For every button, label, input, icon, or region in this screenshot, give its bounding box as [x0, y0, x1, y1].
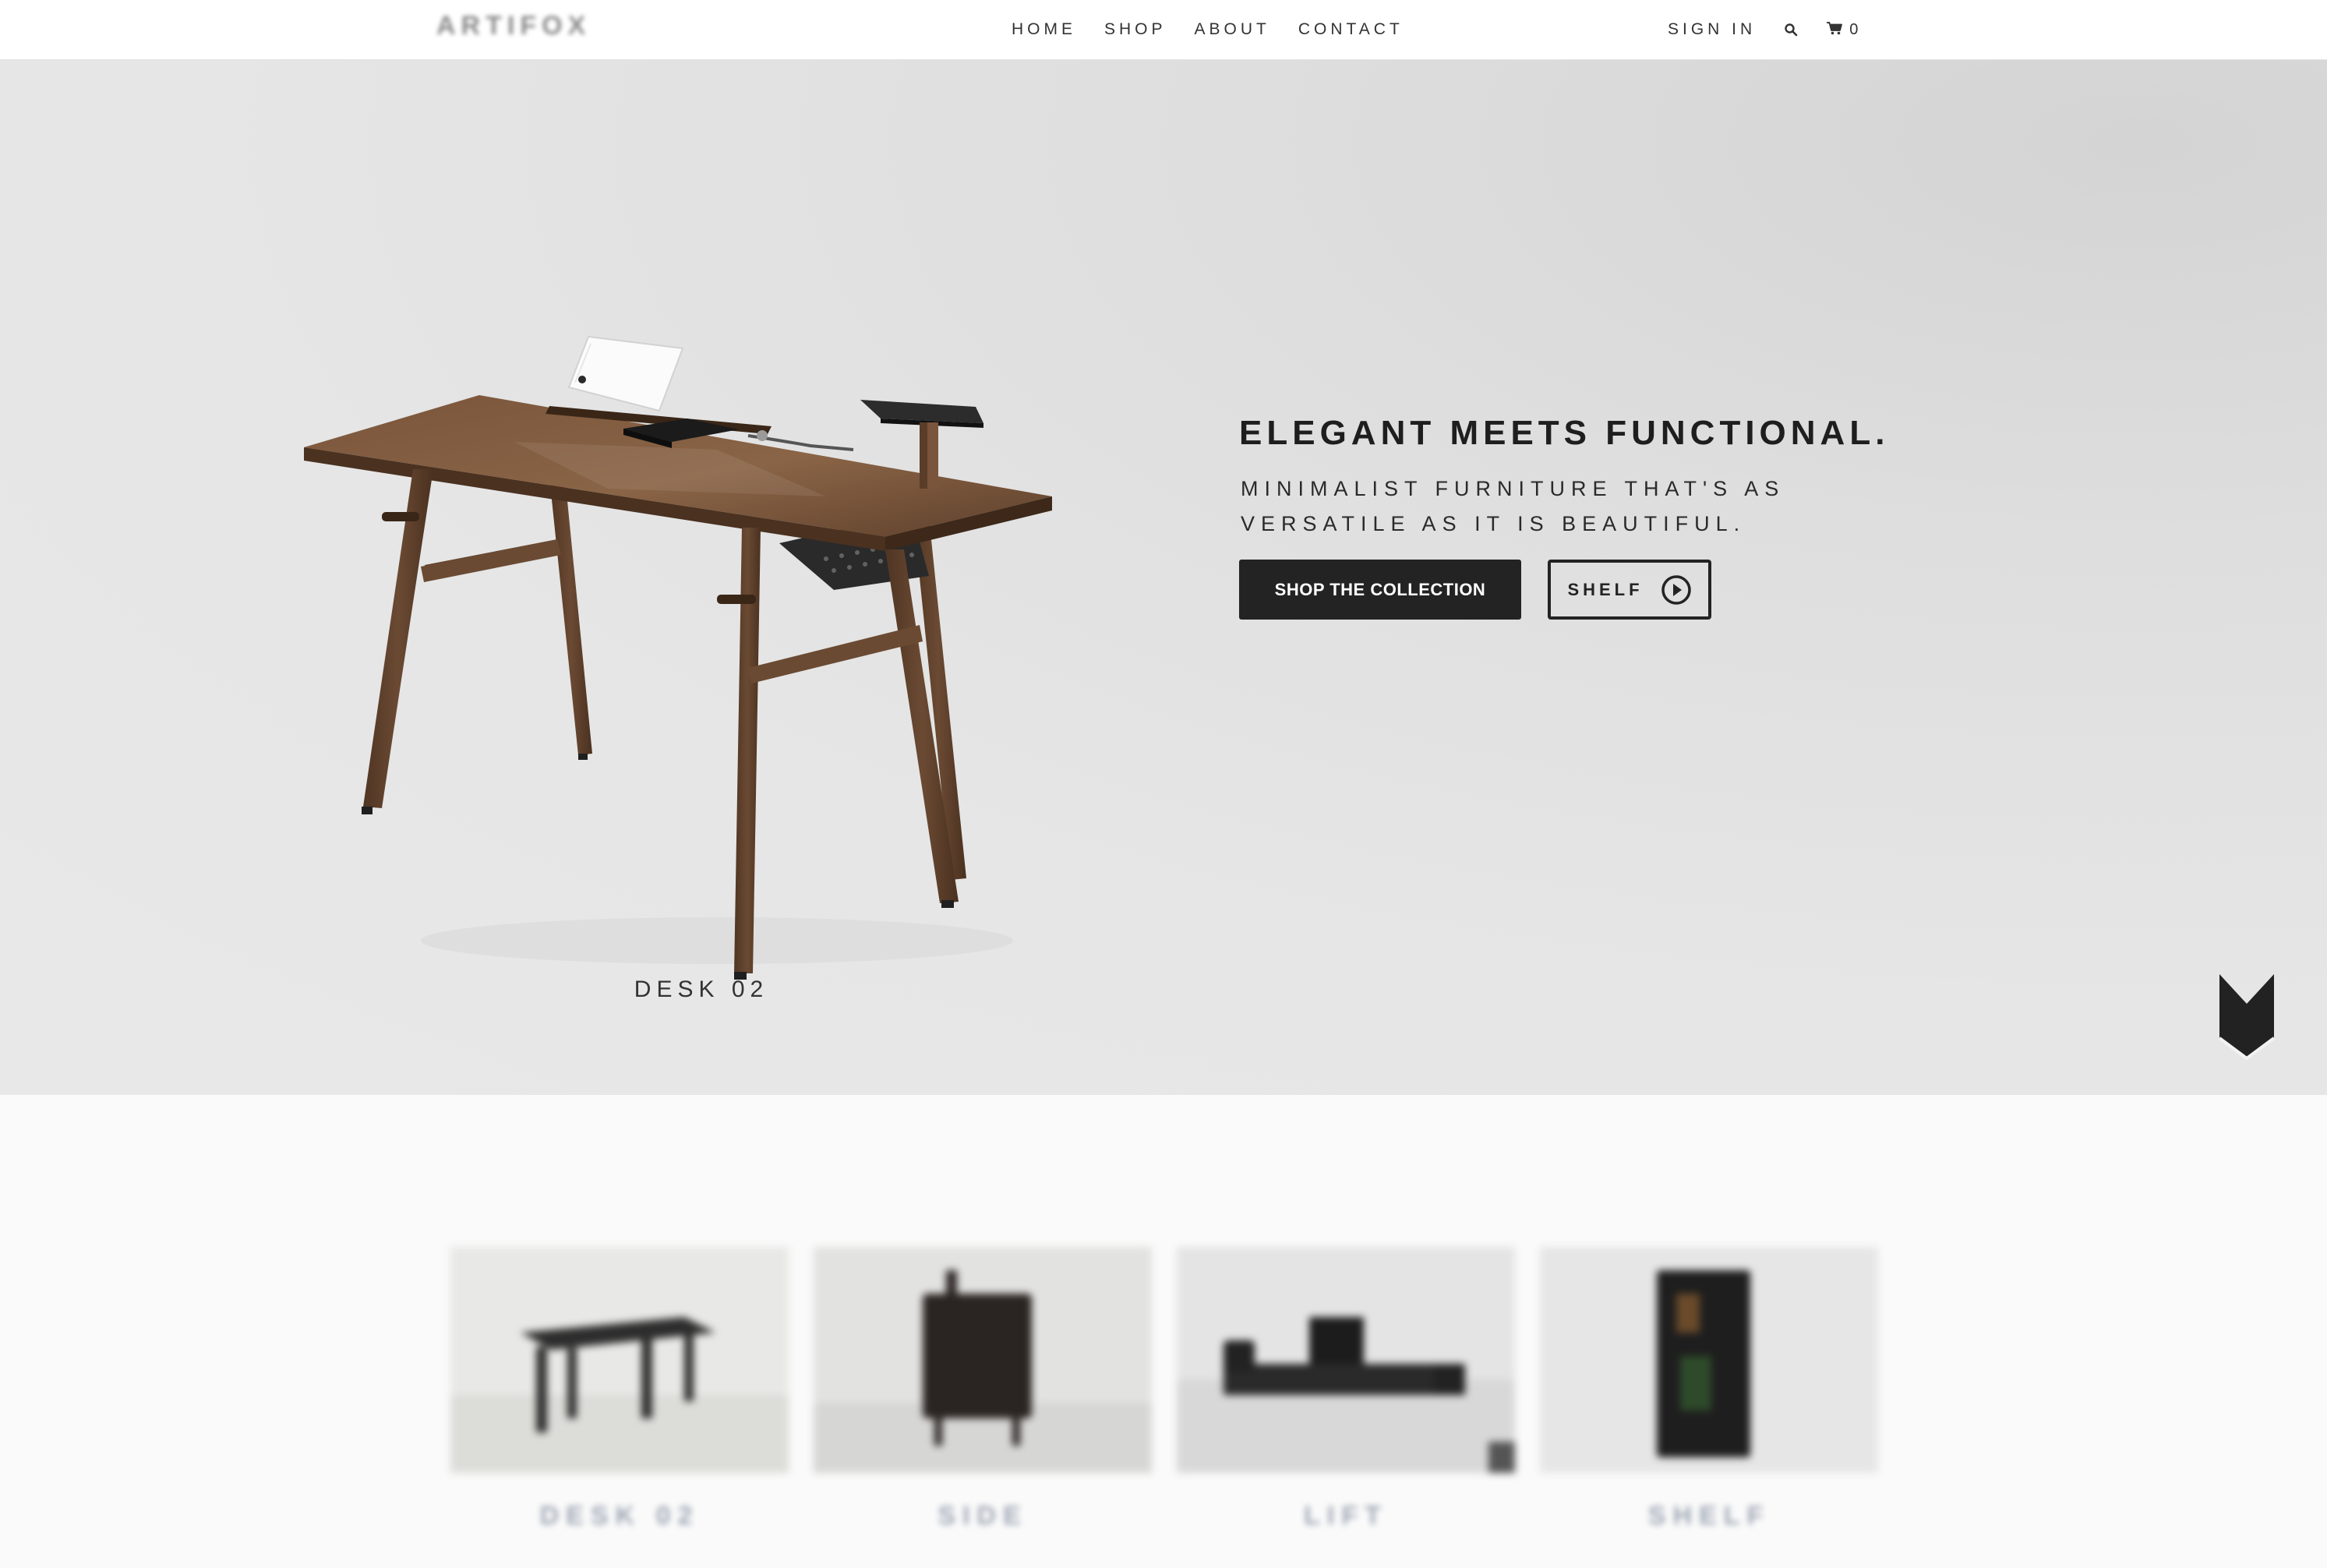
account-nav: SIGN IN 0 — [1668, 20, 1858, 39]
product-thumbnail[interactable] — [1540, 1247, 1878, 1473]
shelf-video-label: SHELF — [1567, 579, 1644, 599]
play-circle-icon — [1661, 574, 1692, 606]
product-label: SHELF — [1647, 1501, 1771, 1531]
hero-banner: DESK 02 ELEGANT MEETS FUNCTIONAL. MINIMA… — [0, 60, 2327, 1095]
shop-collection-button[interactable]: SHOP THE COLLECTION — [1239, 560, 1521, 620]
product-label: LIFT — [1304, 1501, 1388, 1531]
product-card-desk[interactable]: DESK 02 — [450, 1247, 789, 1531]
product-thumbnail[interactable] — [1177, 1247, 1515, 1473]
cart-button[interactable]: 0 — [1826, 21, 1858, 39]
hero-product-caption: DESK 02 — [634, 976, 769, 1002]
hero-headline: ELEGANT MEETS FUNCTIONAL. — [1239, 414, 1890, 452]
nav-about-link[interactable]: ABOUT — [1195, 20, 1270, 39]
product-card-side[interactable]: SIDE — [814, 1247, 1152, 1531]
sign-in-link[interactable]: SIGN IN — [1668, 20, 1756, 39]
search-icon[interactable] — [1784, 23, 1798, 37]
product-card-lift[interactable]: LIFT — [1177, 1247, 1515, 1531]
site-header: ARTIFOX HOME SHOP ABOUT CONTACT SIGN IN … — [0, 0, 2327, 60]
brand-logo[interactable]: ARTIFOX — [436, 11, 591, 41]
product-label: DESK 02 — [539, 1501, 700, 1531]
product-thumbnail[interactable] — [814, 1247, 1152, 1473]
shelf-video-button[interactable]: SHELF — [1548, 560, 1711, 620]
nav-contact-link[interactable]: CONTACT — [1298, 20, 1404, 39]
chevron-down-icon[interactable] — [2218, 974, 2276, 1061]
main-nav: HOME SHOP ABOUT CONTACT — [1012, 20, 1404, 39]
cart-count: 0 — [1849, 20, 1859, 38]
desk-product-image[interactable] — [281, 263, 1107, 995]
nav-shop-link[interactable]: SHOP — [1104, 20, 1167, 39]
nav-home-link[interactable]: HOME — [1012, 20, 1076, 39]
cart-icon — [1826, 21, 1843, 39]
product-label: SIDE — [938, 1501, 1028, 1531]
product-card-shelf[interactable]: SHELF — [1540, 1247, 1878, 1531]
product-grid: DESK 02 SIDE LIFT SHELF — [0, 1095, 2327, 1568]
product-thumbnail[interactable] — [450, 1247, 789, 1473]
shop-collection-label: SHOP THE COLLECTION — [1274, 579, 1486, 599]
hero-subhead: MINIMALIST FURNITURE THAT'S AS VERSATILE… — [1241, 477, 1785, 535]
